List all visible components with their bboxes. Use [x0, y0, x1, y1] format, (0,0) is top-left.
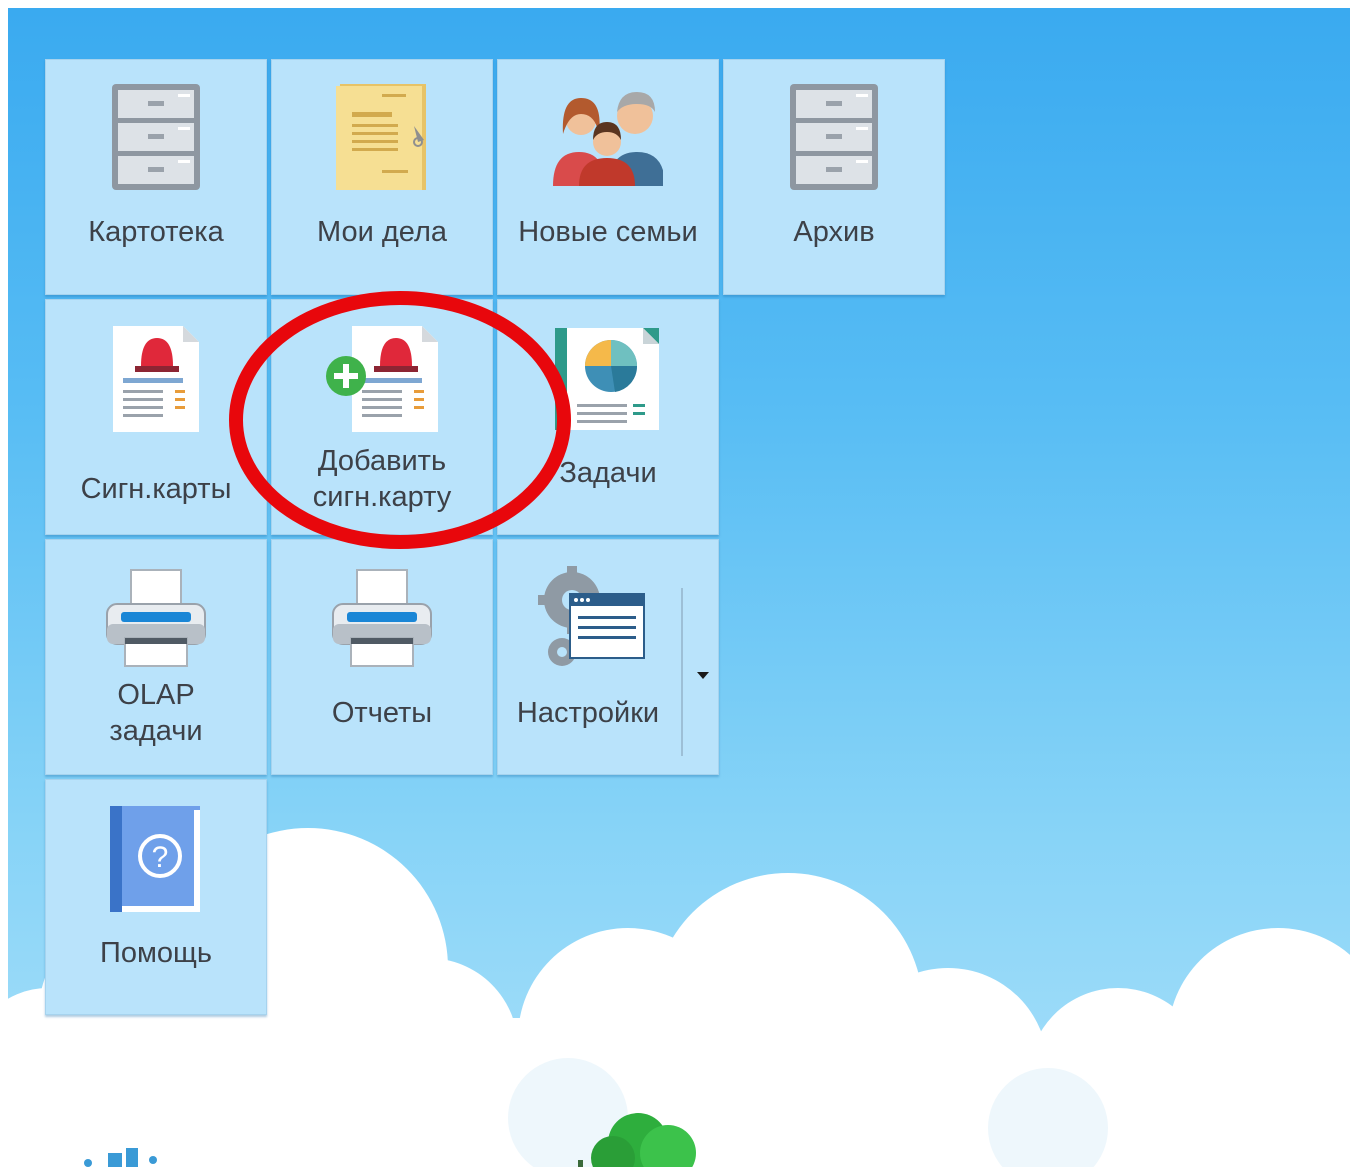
svg-text:?: ? [152, 841, 169, 874]
filing-cabinet-icon [112, 84, 200, 190]
tile-moi-dela[interactable]: Мои дела [271, 59, 493, 295]
tile-label-line1: OLAP [117, 679, 195, 711]
tile-label: Архив [793, 216, 875, 248]
tile-kartoteka[interactable]: Картотека [45, 59, 267, 295]
tile-arkhiv[interactable]: Архив [723, 59, 945, 295]
help-book-icon: ? [110, 806, 200, 912]
tile-label-line2: задачи [109, 715, 203, 747]
tile-label: Отчеты [331, 697, 433, 729]
filing-cabinet-icon [790, 84, 878, 190]
tile-label: Помощь [99, 937, 212, 969]
tile-olap-zadachi[interactable]: OLAP задачи [45, 539, 267, 775]
highlight-circle [229, 291, 571, 549]
tile-label: Новые семьи [518, 216, 698, 248]
settings-gears-window-icon [538, 566, 645, 666]
family-icon [553, 92, 663, 186]
tile-label: Картотека [88, 216, 224, 248]
tile-label: Настройки [516, 697, 660, 729]
tile-nastroyki[interactable]: Настройки [497, 539, 719, 775]
printer-icon [332, 569, 432, 667]
tile-otchety[interactable]: Отчеты [271, 539, 493, 775]
dropdown-separator [681, 588, 683, 756]
tile-label: Мои дела [316, 216, 447, 248]
printer-icon [106, 569, 206, 667]
folder-document-icon [336, 84, 426, 190]
alarm-card-icon [113, 326, 199, 432]
tile-pomosch[interactable]: ? Помощь [45, 779, 267, 1015]
caret-down-icon[interactable] [690, 665, 716, 685]
desktop-screen: Картотека Мои дела Новые семьи Архив Сиг… [8, 8, 1350, 1167]
tile-novye-semi[interactable]: Новые семьи [497, 59, 719, 295]
